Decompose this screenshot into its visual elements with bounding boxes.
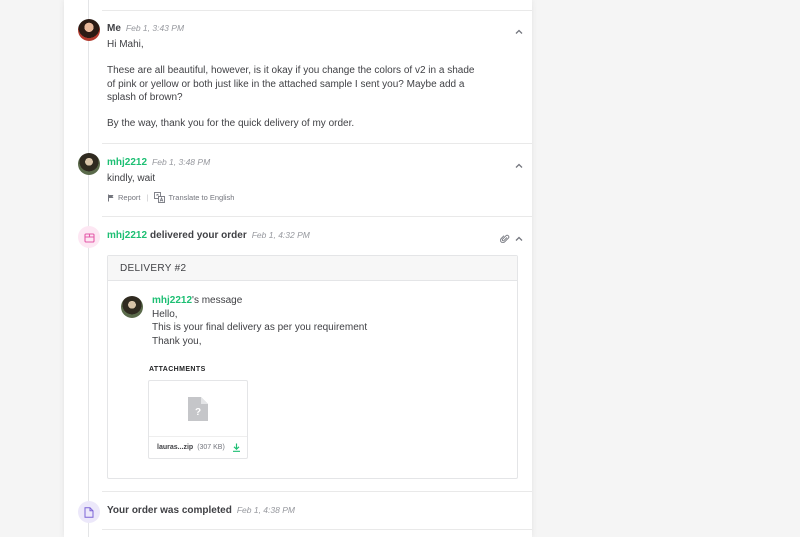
flag-icon [108, 194, 114, 201]
message-body: kindly, wait [107, 173, 156, 184]
completed-event-header: Your order was completed Feb 1, 4:38 PM [107, 505, 295, 516]
delivery-message-user[interactable]: mhj2212 [152, 295, 192, 306]
report-label: Report [118, 193, 141, 202]
message-time: Feb 1, 3:48 PM [152, 157, 211, 167]
divider [102, 143, 532, 144]
message-line: By the way, thank you for the quick deli… [107, 118, 355, 130]
translate-button[interactable]: Translate to English [154, 192, 234, 203]
message-body: Hi Mahi, These are all beautiful, howeve… [107, 38, 487, 130]
delivery-message-body: Hello, This is your final delivery as pe… [152, 308, 367, 348]
divider [102, 216, 532, 217]
sender-name: Me [107, 23, 121, 34]
chevron-up-icon[interactable] [514, 27, 524, 37]
paperclip-icon[interactable] [500, 234, 510, 244]
message-line: of pink or yellow or both just like in t… [107, 78, 465, 90]
translate-icon [154, 192, 166, 203]
chevron-up-icon[interactable] [514, 234, 524, 244]
completed-time: Feb 1, 4:38 PM [236, 505, 295, 515]
delivery-message-suffix: 's message [192, 295, 243, 306]
attachments-title: ATTACHMENTS [149, 366, 206, 373]
delivery-event-header: mhj2212 delivered your order Feb 1, 4:32… [107, 230, 310, 241]
divider [102, 10, 532, 11]
message-line: These are all beautiful, however, is it … [107, 65, 475, 77]
attachment-preview: ? [149, 381, 247, 436]
message-time: Feb 1, 3:43 PM [125, 23, 185, 33]
order-activity-panel: Me Feb 1, 3:43 PM Hi Mahi, These are all… [64, 0, 532, 537]
report-button[interactable]: Report [107, 193, 141, 202]
message-blank-line [107, 51, 487, 64]
svg-text:?: ? [195, 407, 201, 418]
sender-name[interactable]: mhj2212 [107, 157, 147, 168]
delivery-event-icon [78, 226, 100, 248]
translate-label: Translate to English [168, 193, 235, 202]
separator: | [146, 193, 149, 202]
avatar-mhj2212[interactable] [78, 153, 100, 175]
timeline-line [88, 0, 89, 537]
package-icon [83, 232, 95, 243]
message-blank-line [107, 104, 487, 117]
message-header: Me Feb 1, 3:43 PM [107, 23, 184, 34]
divider [102, 529, 532, 530]
download-icon[interactable] [232, 443, 241, 452]
message-line: Hi Mahi, [107, 39, 144, 50]
delivery-title: DELIVERY #2 [108, 256, 517, 281]
attachment-size: (307 KB) [197, 444, 225, 451]
message-header: mhj2212 Feb 1, 3:48 PM [107, 157, 210, 168]
document-icon [84, 506, 94, 518]
message-line: Thank you, [152, 335, 202, 347]
message-line: splash of brown? [107, 91, 183, 103]
attachment-footer: lauras...zip (307 KB) [149, 436, 247, 458]
file-placeholder-icon: ? [188, 396, 208, 421]
delivery-user[interactable]: mhj2212 [107, 230, 147, 241]
delivery-box: DELIVERY #2 mhj2212 's message Hello, Th… [107, 255, 518, 479]
attachment-card[interactable]: ? lauras...zip (307 KB) [148, 380, 248, 459]
chevron-up-icon[interactable] [514, 161, 524, 171]
divider [102, 491, 532, 492]
attachment-name: lauras...zip [157, 444, 194, 451]
message-line: Hello, [152, 309, 178, 320]
completed-text: Your order was completed [107, 505, 232, 516]
avatar-me[interactable] [78, 19, 100, 41]
delivery-time: Feb 1, 4:32 PM [251, 230, 310, 240]
delivery-text: delivered your order [150, 230, 247, 241]
delivery-message-header: mhj2212 's message [152, 295, 242, 306]
completed-event-icon [78, 501, 100, 523]
message-actions: Report | Translate to English [107, 192, 234, 203]
avatar-mhj2212[interactable] [121, 296, 143, 318]
message-line: This is your final delivery as per you r… [152, 322, 368, 334]
